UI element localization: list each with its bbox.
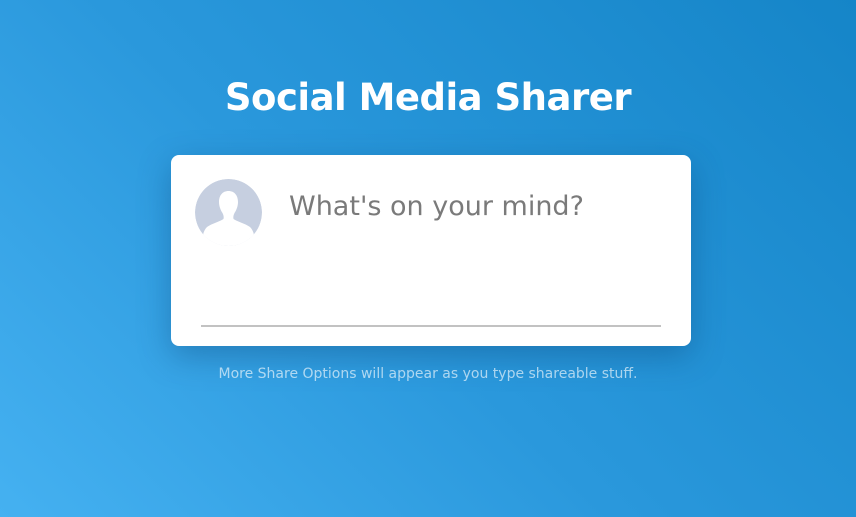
default-user-silhouette-icon — [195, 179, 262, 246]
avatar — [195, 179, 262, 246]
input-underline — [201, 325, 661, 327]
page-title: Social Media Sharer — [224, 76, 632, 119]
post-input[interactable] — [289, 187, 659, 317]
share-options-hint: More Share Options will appear as you ty… — [218, 366, 638, 382]
composer-card — [171, 155, 691, 346]
